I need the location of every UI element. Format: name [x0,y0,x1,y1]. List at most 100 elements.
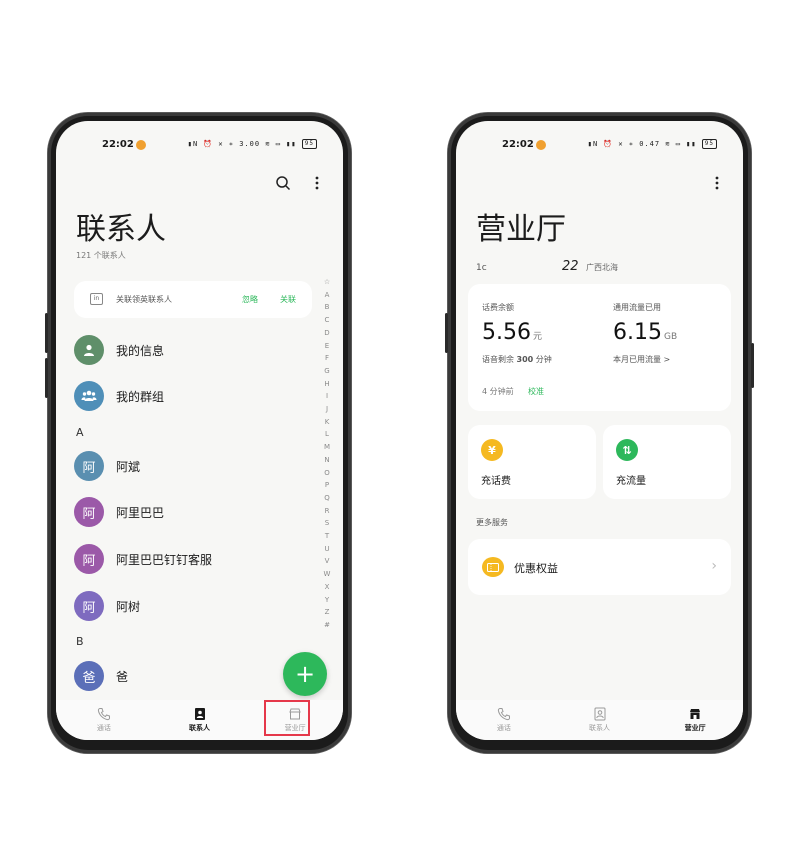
index-letter[interactable]: # [324,619,330,632]
tab-bar: 通话 联系人 营业厅 [456,700,743,740]
data-transfer-icon: ⇅ [616,439,638,461]
contact-name: 阿里巴巴钉钉客服 [116,552,213,567]
region-label: 广西北海 [586,263,618,272]
contact-name: 阿里巴巴 [116,505,165,520]
list-item[interactable]: 爸 爸 [74,660,128,692]
index-letter[interactable]: X [325,581,330,594]
power-button [751,343,754,388]
avatar: 爸 [74,661,104,691]
index-letter[interactable]: ☆ [324,276,330,289]
contact-count: 121 个联系人 [76,251,126,260]
search-icon[interactable] [274,175,292,193]
recharge-data-card[interactable]: ⇅ 充流量 [603,425,731,499]
linkedin-banner: in 关联领英联系人 忽略 关联 [74,281,312,318]
recharge-data-label: 充流量 [616,476,646,487]
index-letter[interactable]: E [325,340,329,353]
index-letter[interactable]: I [326,390,328,403]
contact-name: 爸 [116,669,129,684]
volume-button [45,358,48,398]
index-letter[interactable]: P [325,479,329,492]
alphabet-index[interactable]: ☆ A B C D E F G H I J K L M N O P Q R S … [321,276,333,632]
avatar: 阿 [74,497,104,527]
tab-business[interactable]: 营业厅 [647,700,743,740]
yuan-icon: ¥ [481,439,503,461]
battery-icon: 95 [301,139,317,149]
my-groups-row[interactable]: 我的群组 [74,380,164,412]
battery-icon: 95 [701,139,717,149]
ignore-button[interactable]: 忽略 [242,294,258,305]
phone-business: 22:02 ▮N ⏰ ✕ ∗ 0.47 ≋ ▭ ▮▮ 95 营业厅 1c 22 … [445,113,754,753]
list-item[interactable]: 阿 阿里巴巴 [74,496,164,528]
balance-label: 话费余额 [482,303,514,312]
section-header-a: A [76,426,84,439]
contacts-icon [194,708,205,720]
avatar: 阿 [74,451,104,481]
data-used-link[interactable]: 本月已用流量 > [613,354,670,365]
section-header-b: B [76,635,84,648]
my-groups-label: 我的群组 [116,389,165,404]
list-item[interactable]: 阿 阿里巴巴钉钉客服 [74,543,212,575]
data-unit: GB [663,332,678,342]
voice-prefix: 语音剩余 [482,355,514,364]
index-letter[interactable]: G [324,365,329,378]
balance-number: 5.56 [482,320,531,345]
data-value: 6.15 GB [613,320,677,345]
index-letter[interactable]: C [325,314,330,327]
index-letter[interactable]: V [325,555,330,568]
recharge-fee-label: 充话费 [481,476,511,487]
index-letter[interactable]: M [324,441,330,454]
index-letter[interactable]: Q [324,492,330,505]
index-letter[interactable]: Z [325,606,330,619]
list-item[interactable]: 阿 阿斌 [74,450,140,482]
business-screen: 22:02 ▮N ⏰ ✕ ∗ 0.47 ≋ ▭ ▮▮ 95 营业厅 1c 22 … [456,121,743,740]
page-title: 营业厅 [476,212,566,247]
index-letter[interactable]: D [324,327,329,340]
recharge-fee-card[interactable]: ¥ 充话费 [468,425,596,499]
index-letter[interactable]: U [324,543,329,556]
tab-contacts[interactable]: 联系人 [552,700,648,740]
voice-unit: 分钟 [535,355,552,364]
chevron-right-icon: › [711,558,717,574]
index-letter[interactable]: W [324,568,331,581]
benefits-row[interactable]: 优惠权益 › [468,539,731,595]
tab-label: 营业厅 [684,724,706,732]
group-icon [74,381,104,411]
link-button[interactable]: 关联 [280,294,296,305]
index-letter[interactable]: B [325,301,330,314]
tab-calls[interactable]: 通话 [456,700,552,740]
index-letter[interactable]: J [326,403,328,416]
tab-label: 联系人 [589,724,610,732]
contact-name: 阿树 [116,599,141,614]
index-letter[interactable]: T [325,530,329,543]
highlight-box [264,700,310,736]
index-letter[interactable]: F [325,352,329,365]
index-letter[interactable]: A [325,289,330,302]
person-icon [74,335,104,365]
balance-value: 5.56 元 [482,320,542,345]
status-icons: ▮N ⏰ ✕ ∗ 3.00 ≋ ▭ ▮▮ 95 [188,139,317,149]
index-letter[interactable]: K [325,416,330,429]
phone-contacts: 22:02 ▮N ⏰ ✕ ∗ 3.00 ≋ ▭ ▮▮ 95 联系人 121 个联… [45,113,351,753]
more-menu-icon[interactable] [308,175,326,193]
network-speed: 0.47 [639,140,661,148]
network-speed: 3.00 [239,140,261,148]
status-time: 22:02 [502,139,534,150]
index-letter[interactable]: L [325,428,329,441]
balance-card[interactable]: 话费余额 5.56 元 语音剩余 300 分钟 通用流量已用 6.15 GB 本月已… [468,284,731,411]
my-info-row[interactable]: 我的信息 [74,334,164,366]
tab-calls[interactable]: 通话 [56,700,152,740]
index-letter[interactable]: Y [325,594,329,607]
phone-number-suffix: 22 [562,259,579,274]
linkedin-icon: in [90,293,103,305]
contact-name: 阿斌 [116,459,141,474]
index-letter[interactable]: N [324,454,329,467]
list-item[interactable]: 阿 阿树 [74,590,140,622]
calibrate-button[interactable]: 校准 [528,386,544,397]
index-letter[interactable]: S [325,517,329,530]
add-contact-button[interactable]: + [283,652,327,696]
more-menu-icon[interactable] [708,175,726,193]
index-letter[interactable]: O [324,467,330,480]
index-letter[interactable]: R [325,505,330,518]
tab-contacts[interactable]: 联系人 [152,700,248,740]
index-letter[interactable]: H [324,378,329,391]
